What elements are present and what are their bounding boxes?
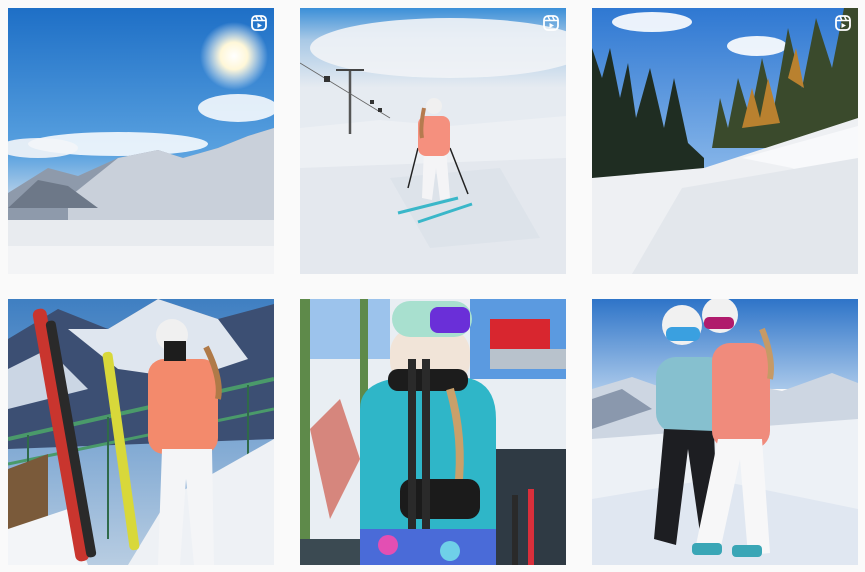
post-tile-mountain-sun[interactable] (8, 8, 274, 274)
reel-icon (543, 15, 559, 31)
reel-icon (835, 15, 851, 31)
post-image (592, 8, 858, 274)
post-tile-skier-slope[interactable] (300, 8, 566, 274)
post-tile-gondola-selfie[interactable] (300, 299, 566, 565)
post-grid (0, 0, 865, 572)
post-tile-friends-hug[interactable] (592, 299, 858, 565)
post-tile-forest-road[interactable] (592, 8, 858, 274)
reel-icon (251, 15, 267, 31)
post-image (300, 8, 566, 274)
post-tile-skier-railing[interactable] (8, 299, 274, 565)
post-image (8, 8, 274, 274)
post-image (592, 299, 858, 565)
post-image (300, 299, 566, 565)
post-image (8, 299, 274, 565)
